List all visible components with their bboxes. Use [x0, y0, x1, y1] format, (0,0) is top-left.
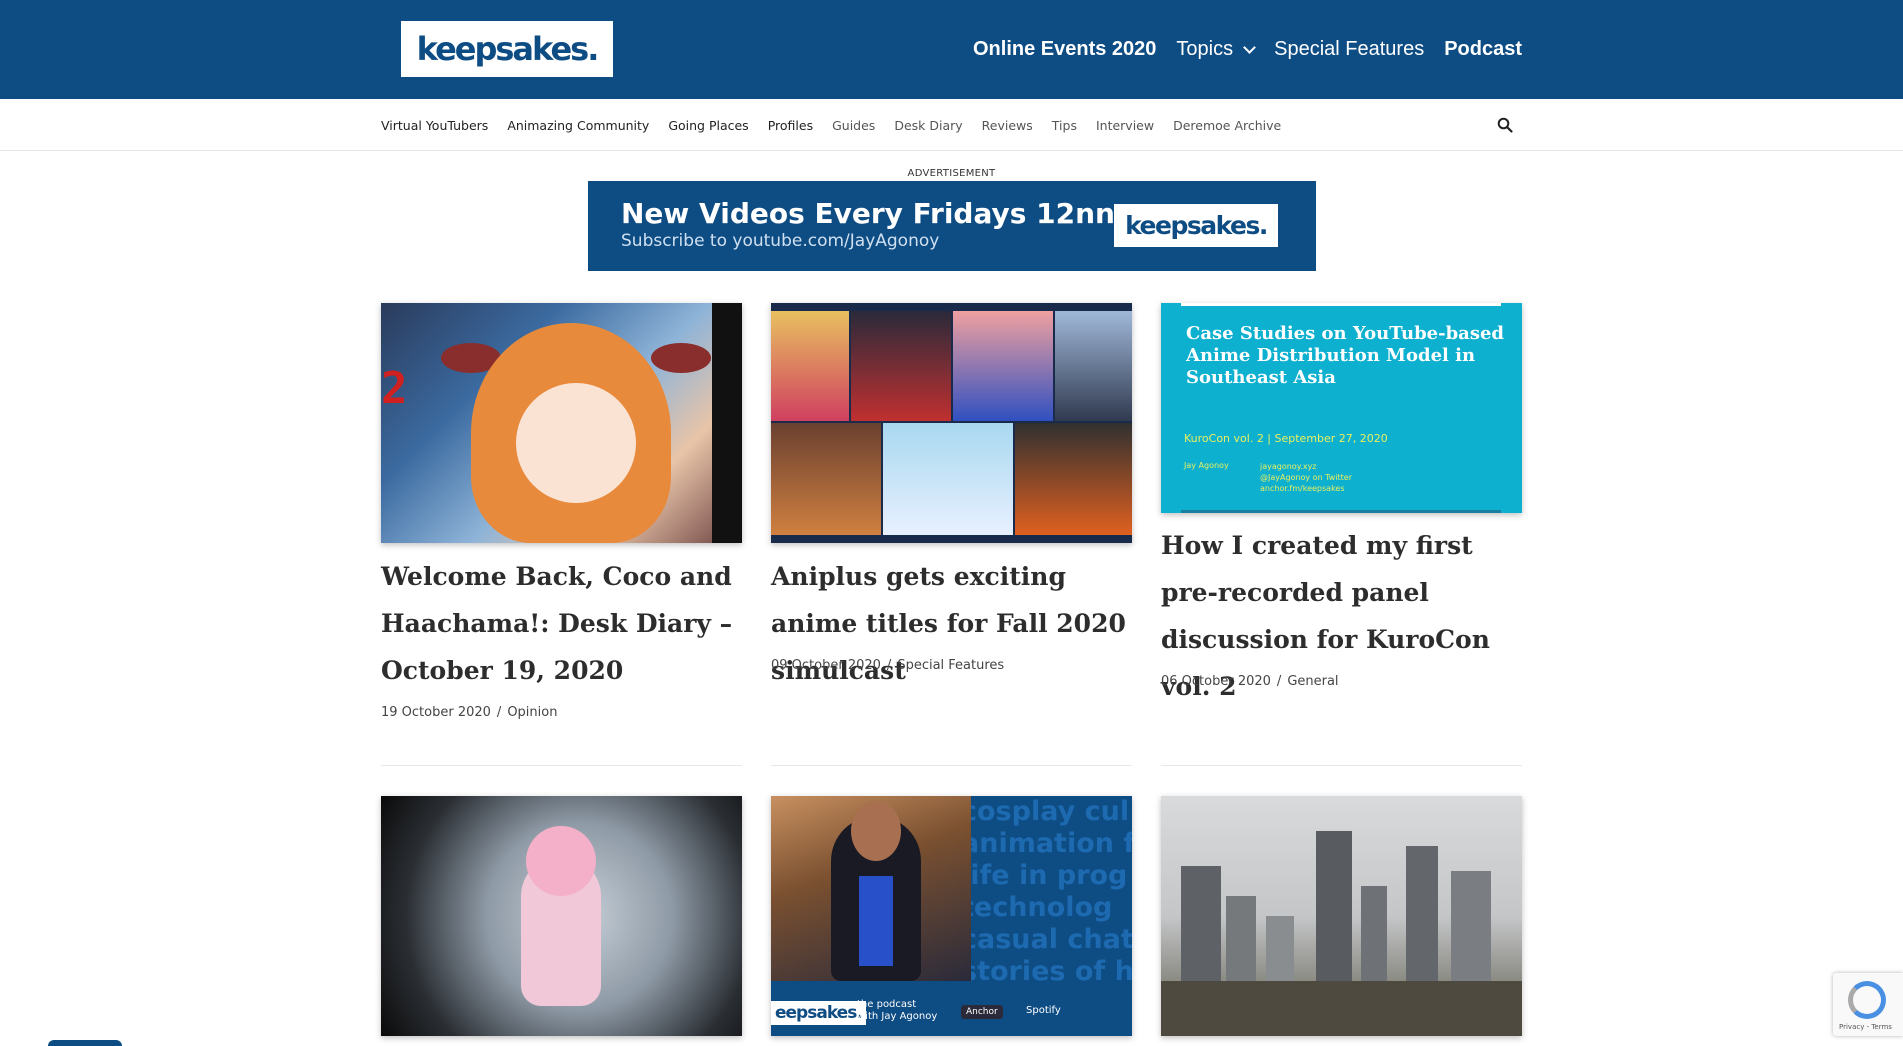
card-thumbnail[interactable]: [771, 303, 1132, 543]
card-title[interactable]: Welcome Back, Coco and Haachama!: Desk D…: [381, 553, 751, 694]
thumb-shape: [1181, 303, 1501, 306]
site-header: keepsakes. Online Events 2020 Topics Spe…: [0, 0, 1903, 99]
thumb-shape: [712, 303, 742, 543]
ad-title: New Videos Every Fridays 12nn: [621, 197, 1115, 230]
card-thumbnail[interactable]: cosplay cul animation fa life in prog te…: [771, 796, 1132, 1036]
card-thumbnail[interactable]: 2: [381, 303, 742, 543]
podcast-topic: casual chat: [961, 924, 1132, 955]
floating-tab[interactable]: [48, 1040, 122, 1046]
thumb-shape: [851, 311, 951, 421]
meta-separator: /: [886, 658, 892, 673]
ad-subtitle: Subscribe to youtube.com/JayAgonoy: [621, 231, 940, 251]
card-category[interactable]: General: [1287, 674, 1338, 689]
thumb-shape: [851, 801, 901, 861]
card-date: 09 October 2020: [771, 658, 881, 673]
nav-podcast[interactable]: Podcast: [1444, 38, 1522, 61]
podcast-logo: eepsakes.: [771, 1001, 866, 1025]
chevron-down-icon: [1243, 40, 1256, 54]
card-thumbnail[interactable]: [1161, 796, 1522, 1036]
divider: [1161, 765, 1522, 766]
nav-topics-label: Topics: [1176, 38, 1234, 60]
category-nav: Virtual YouTubers Animazing Community Go…: [0, 99, 1903, 151]
ad-logo-text: keepsakes.: [1125, 211, 1268, 240]
subnav-virtual-youtubers[interactable]: Virtual YouTubers: [381, 118, 488, 133]
nav-topics[interactable]: Topics: [1176, 38, 1256, 61]
podcast-topics: cosplay cul animation fa life in prog te…: [961, 796, 1132, 988]
thumb-shape: [651, 343, 711, 373]
thumb-shape: [1161, 981, 1522, 1036]
podcast-topic: cosplay cul: [961, 796, 1130, 827]
slide-author: Jay Agonoy: [1184, 461, 1229, 470]
slide-links: jayagonoy.xyz @JayAgonoy on Twitter anch…: [1260, 461, 1352, 494]
thumb-shape: [771, 796, 971, 981]
slide-link: jayagonoy.xyz: [1260, 462, 1317, 471]
thumb-shape: [1055, 311, 1132, 421]
ad-label: ADVERTISEMENT: [907, 168, 996, 179]
card-meta: 19 October 2020 / Opinion: [381, 705, 557, 720]
podcast-text: the podcast with Jay Agonoy: [857, 999, 937, 1023]
thumb-shape: [1181, 510, 1501, 513]
meta-separator: /: [496, 705, 502, 720]
podcast-text-line: the podcast: [857, 999, 917, 1010]
nav-online-events[interactable]: Online Events 2020: [973, 38, 1156, 61]
anchor-badge: Anchor: [961, 1005, 1003, 1019]
thumb-shape: [771, 423, 881, 535]
card-category[interactable]: Special Features: [897, 658, 1004, 673]
nav-special-features[interactable]: Special Features: [1274, 38, 1424, 61]
subnav-desk-diary[interactable]: Desk Diary: [894, 118, 962, 133]
recaptcha-badge[interactable]: Privacy - Terms: [1833, 973, 1903, 1036]
site-logo-text: keepsakes.: [416, 30, 600, 68]
podcast-banner: eepsakes. the podcast with Jay Agonoy An…: [771, 991, 1132, 1036]
subnav-profiles[interactable]: Profiles: [768, 118, 813, 133]
thumb-shape: [953, 311, 1053, 421]
podcast-topic: animation fa: [961, 828, 1132, 859]
thumb-shape: [859, 876, 893, 966]
thumb-counter: 2: [381, 363, 408, 414]
slide-title: Case Studies on YouTube-based Anime Dist…: [1186, 323, 1505, 388]
card-meta: 06 October 2020 / General: [1161, 674, 1339, 689]
thumb-shape: [1015, 423, 1132, 535]
ad-logo: keepsakes.: [1114, 204, 1278, 247]
podcast-text-line: with Jay Agonoy: [857, 1011, 938, 1022]
subnav-tips[interactable]: Tips: [1052, 118, 1077, 133]
ad-banner[interactable]: New Videos Every Fridays 12nn Subscribe …: [588, 181, 1316, 271]
subnav-reviews[interactable]: Reviews: [982, 118, 1033, 133]
main-nav: Online Events 2020 Topics Special Featur…: [953, 0, 1522, 99]
meta-separator: /: [1276, 674, 1282, 689]
subnav-going-places[interactable]: Going Places: [668, 118, 748, 133]
subnav-deremoe-archive[interactable]: Deremoe Archive: [1173, 118, 1281, 133]
search-icon[interactable]: [1497, 117, 1513, 133]
podcast-topic: life in prog: [961, 860, 1128, 891]
card-thumbnail[interactable]: [381, 796, 742, 1036]
spotify-badge: Spotify: [1026, 1005, 1061, 1016]
thumb-shape: [516, 383, 636, 503]
subnav-interview[interactable]: Interview: [1096, 118, 1154, 133]
slide-link: @JayAgonoy on Twitter: [1260, 473, 1353, 482]
thumb-shape: [526, 826, 596, 896]
card-thumbnail[interactable]: Case Studies on YouTube-based Anime Dist…: [1161, 303, 1522, 513]
recaptcha-text: Privacy - Terms: [1839, 1023, 1892, 1031]
slide-subtitle: KuroCon vol. 2 | September 27, 2020: [1184, 432, 1388, 445]
card-category[interactable]: Opinion: [507, 705, 557, 720]
card-meta: 09 October 2020 / Special Features: [771, 658, 1004, 673]
site-logo[interactable]: keepsakes.: [401, 21, 613, 77]
card-date: 19 October 2020: [381, 705, 491, 720]
slide-link: anchor.fm/keepsakes: [1260, 484, 1345, 493]
divider: [771, 765, 1132, 766]
podcast-topic: stories of h: [961, 956, 1132, 987]
card-date: 06 October 2020: [1161, 674, 1271, 689]
subnav-animazing-community[interactable]: Animazing Community: [507, 118, 649, 133]
podcast-topic: technolog: [961, 892, 1113, 923]
subnav-guides[interactable]: Guides: [832, 118, 875, 133]
divider: [381, 765, 742, 766]
thumb-shape: [771, 311, 849, 421]
thumb-shape: [883, 423, 1013, 535]
recaptcha-icon: [1848, 981, 1886, 1019]
